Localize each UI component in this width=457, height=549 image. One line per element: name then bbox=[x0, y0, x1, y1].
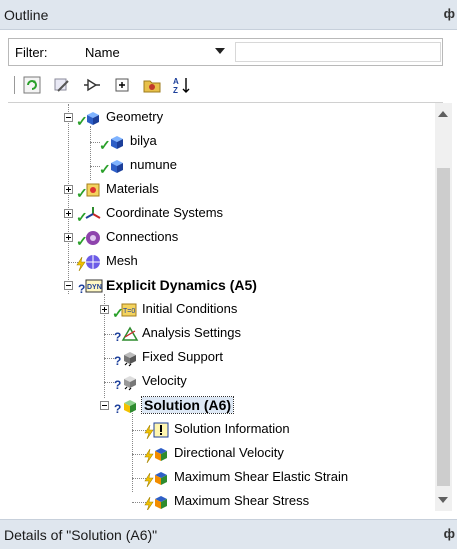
tree-item-label: bilya bbox=[130, 133, 157, 148]
toolbar-grip bbox=[14, 76, 18, 94]
svg-text:A: A bbox=[173, 77, 179, 86]
scroll-up-icon[interactable] bbox=[438, 111, 448, 117]
analysis-settings-icon bbox=[121, 326, 139, 341]
expand-icon[interactable] bbox=[64, 185, 73, 194]
explicit-dynamics-icon: DYN bbox=[85, 279, 103, 293]
tree-item-label: Solution (A6) bbox=[140, 396, 235, 414]
solution-icon bbox=[124, 400, 136, 413]
tree-item-label: Velocity bbox=[142, 373, 187, 388]
collapse-icon[interactable] bbox=[64, 281, 73, 290]
materials-icon bbox=[86, 183, 100, 197]
tree-item-explicit-dynamics[interactable]: ? DYN Explicit Dynamics (A5) bbox=[8, 274, 428, 298]
collapse-icon[interactable] bbox=[64, 113, 73, 122]
tree-item-label: Mesh bbox=[106, 253, 138, 268]
tree-item-materials[interactable]: ✓ Materials bbox=[8, 178, 428, 202]
svg-text:Z: Z bbox=[173, 86, 178, 95]
toolbar-separator bbox=[8, 102, 443, 103]
chevron-down-icon bbox=[215, 48, 225, 54]
sort-az-icon[interactable]: AZ bbox=[172, 75, 192, 95]
expand-icon[interactable] bbox=[64, 233, 73, 242]
outline-title: Outline bbox=[4, 7, 49, 23]
mesh-icon bbox=[86, 255, 100, 269]
result-icon bbox=[155, 448, 167, 461]
expand-icon[interactable] bbox=[100, 305, 109, 314]
refresh-icon[interactable] bbox=[22, 75, 42, 95]
tree-item-connections[interactable]: ✓ Connections bbox=[8, 226, 428, 250]
expand-all-icon[interactable] bbox=[112, 75, 132, 95]
details-title: Details of "Solution (A6)" bbox=[4, 527, 158, 543]
filter-bar: Filter: Name bbox=[8, 38, 443, 66]
collapse-icon[interactable] bbox=[100, 401, 109, 410]
tree-item-max-shear-stress[interactable]: Maximum Shear Stress bbox=[8, 490, 428, 510]
pin-icon[interactable]: ф bbox=[444, 6, 455, 21]
tree-item-directional-velocity[interactable]: Directional Velocity bbox=[8, 442, 428, 466]
outline-panel-header: Outline ф bbox=[0, 0, 457, 30]
connector-icon[interactable] bbox=[82, 75, 102, 95]
body-icon bbox=[111, 136, 123, 149]
filter-type-dropdown[interactable]: Name bbox=[79, 42, 229, 62]
tree-item-coordinate-systems[interactable]: ✓ Coordinate Systems bbox=[8, 202, 428, 226]
initial-conditions-icon: T=0 bbox=[121, 303, 137, 317]
tree-item-label: Geometry bbox=[106, 109, 164, 124]
fixed-support-icon bbox=[124, 352, 136, 367]
tree-item-geometry[interactable]: ✓ Geometry bbox=[8, 106, 428, 130]
scroll-thumb[interactable] bbox=[437, 168, 450, 486]
solution-information-icon bbox=[153, 422, 169, 438]
tree-item-bilya[interactable]: ✓ bilya bbox=[8, 130, 428, 154]
tree-item-label: Coordinate Systems bbox=[106, 205, 224, 220]
wizard-icon[interactable] bbox=[52, 75, 72, 95]
svg-text:T=0: T=0 bbox=[123, 308, 135, 315]
pin-icon[interactable]: ф bbox=[444, 526, 455, 541]
tree-item-solution[interactable]: ? Solution (A6) bbox=[8, 394, 428, 418]
tree-item-mesh[interactable]: Mesh bbox=[8, 250, 428, 274]
tree-item-label: Initial Conditions bbox=[142, 301, 238, 316]
tree-item-label: Maximum Shear Stress bbox=[174, 493, 310, 508]
tree-scrollbar[interactable] bbox=[435, 103, 452, 511]
tree-item-fixed-support[interactable]: ? Fixed Support bbox=[8, 346, 428, 370]
tree-item-solution-information[interactable]: Solution Information bbox=[8, 418, 428, 442]
filter-label: Filter: bbox=[15, 45, 48, 60]
body-icon bbox=[111, 160, 123, 173]
tree-item-label: Solution Information bbox=[174, 421, 290, 436]
svg-text:DYN: DYN bbox=[87, 284, 102, 291]
result-icon bbox=[155, 496, 167, 509]
expand-icon[interactable] bbox=[64, 209, 73, 218]
tree-item-label: Directional Velocity bbox=[174, 445, 284, 460]
geometry-icon bbox=[87, 112, 99, 125]
tree-item-label: Materials bbox=[106, 181, 159, 196]
scroll-down-icon[interactable] bbox=[438, 497, 448, 503]
tree-item-label: numune bbox=[130, 157, 177, 172]
tree-item-initial-conditions[interactable]: ✓ T=0 Initial Conditions bbox=[8, 298, 428, 322]
tree-item-numune[interactable]: ✓ numune bbox=[8, 154, 428, 178]
tree-item-label: Maximum Shear Elastic Strain bbox=[174, 469, 349, 484]
tree-item-label: Connections bbox=[106, 229, 179, 244]
details-panel-header: Details of "Solution (A6)" ф bbox=[0, 519, 457, 549]
tree-item-max-shear-elastic-strain[interactable]: Maximum Shear Elastic Strain bbox=[8, 466, 428, 490]
tree-item-analysis-settings[interactable]: ? Analysis Settings bbox=[8, 322, 428, 346]
outline-toolbar: AZ bbox=[8, 70, 443, 100]
tree-item-label: Fixed Support bbox=[142, 349, 223, 364]
tree-item-label: Analysis Settings bbox=[142, 325, 241, 340]
connections-icon bbox=[86, 231, 100, 245]
velocity-icon bbox=[124, 376, 136, 391]
result-icon bbox=[155, 472, 167, 485]
coordinate-systems-icon bbox=[85, 207, 101, 219]
filter-text-input[interactable] bbox=[235, 42, 441, 62]
tree-item-velocity[interactable]: ? Velocity bbox=[8, 370, 428, 394]
tree-item-label: Explicit Dynamics (A5) bbox=[106, 277, 257, 293]
filter-type-value: Name bbox=[85, 45, 120, 60]
outline-tree: ✓ Geometry ✓ bilya ✓ numune ✓ Materials … bbox=[8, 104, 428, 510]
folder-icon[interactable] bbox=[142, 75, 162, 95]
